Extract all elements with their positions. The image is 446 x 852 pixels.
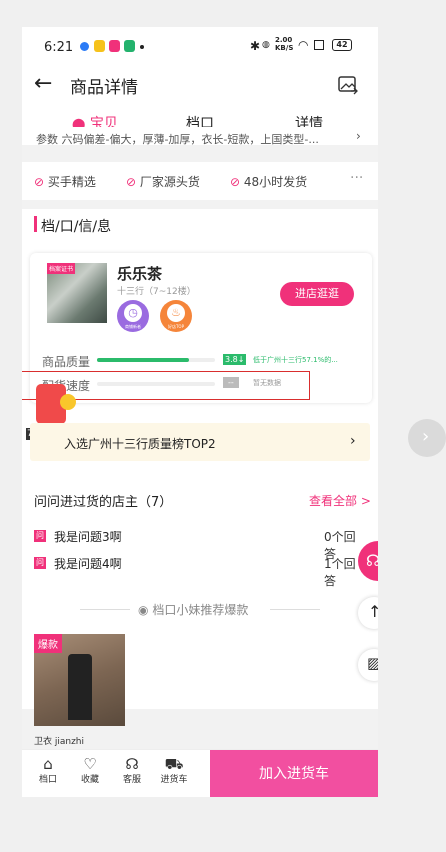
section-accent-bar — [34, 216, 37, 232]
recommend-title-text: 档口小妹推荐爆款 — [152, 603, 249, 617]
params-text: 参数 六码偏差-偏大，厚薄-加厚，衣长-短款，上国类型-... — [36, 133, 319, 145]
next-page-button[interactable]: › — [408, 419, 446, 457]
app-notification-icon — [80, 42, 89, 51]
thumbnail-tag: 档案证书 — [47, 263, 76, 274]
ranking-text: 入选广州十三行质量榜TOP2 — [64, 437, 216, 451]
quality-label: 商品质量 — [42, 355, 91, 369]
qa-row[interactable]: 问 我是问题4啊 1个回答 — [34, 554, 364, 588]
arrow-up-icon: ↑ — [368, 602, 378, 621]
heart-icon: ♡ — [83, 755, 97, 773]
hot-tag: 爆款 — [34, 634, 62, 653]
check-circle-icon: ⊘ — [34, 175, 45, 189]
bottom-nav-cart[interactable]: ⛟ 进货车 — [159, 756, 189, 785]
qa-row[interactable]: 问 我是问题3啊 0个回答 — [34, 527, 364, 561]
network-speed: 2.00 KB/S — [275, 36, 294, 52]
battery-icon: 42 — [332, 39, 352, 51]
chevron-right-icon: › — [350, 433, 356, 449]
more-notifications-icon — [140, 45, 144, 49]
badge-label: 商铺新者 — [125, 324, 141, 329]
badge-label: 好店TOP — [167, 324, 184, 329]
add-to-cart-button[interactable]: 加入进货车 — [210, 750, 378, 797]
section-title: 档/口/信/息 — [41, 219, 112, 235]
quality-bar-fill — [97, 358, 190, 362]
back-arrow-icon[interactable]: ← — [34, 71, 52, 96]
question-icon: 问 — [34, 557, 46, 569]
divider — [270, 609, 320, 610]
feature-item: ⊘ 厂家源头货 — [126, 173, 200, 190]
gold-coin-icon — [60, 394, 76, 410]
question-text: 我是问题3啊 — [54, 530, 122, 544]
product-caption: 卫衣 jianzhi — [34, 737, 85, 747]
headset-icon: ☊ — [125, 755, 139, 773]
bottom-nav-favorite[interactable]: ♡ 收藏 — [75, 756, 105, 785]
quality-bar — [97, 358, 215, 362]
clock-icon: ◷ — [124, 304, 142, 322]
feature-label: 买手精选 — [47, 175, 96, 189]
shop-name: 乐乐茶 — [117, 265, 163, 283]
ranking-banner[interactable]: 入选广州十三行质量榜TOP2 › — [30, 423, 370, 461]
top-shop-badge: ♨ 好店TOP — [160, 300, 192, 332]
red-packet-widget[interactable] — [34, 380, 76, 426]
quality-note: 低于广州十三行57.1%的... — [253, 356, 338, 364]
share-image-icon[interactable] — [337, 75, 359, 95]
bluetooth-icon: ✱ — [250, 39, 261, 53]
qa-title: 问问进过货的店主（7） — [34, 495, 173, 510]
recommend-title: ◉ 档口小妹推荐爆款 — [138, 601, 248, 618]
sim-icon — [314, 40, 324, 50]
shop-floor: 十三行（7~12楼） — [117, 287, 196, 297]
heart-eye-icon: ◉ — [138, 603, 149, 617]
divider — [80, 609, 130, 610]
quality-score: 3.8↓ — [223, 354, 247, 365]
more-icon[interactable]: ··· — [350, 170, 363, 186]
status-bar: 6:21 ✱ ◍ 2.00 KB/S ◠ 42 — [22, 27, 378, 67]
bottom-nav-dangkou[interactable]: ⌂ 档口 — [33, 756, 63, 785]
check-circle-icon: ⊘ — [230, 175, 241, 189]
chevron-right-icon: › — [422, 426, 430, 447]
feature-item: ⊘ 买手精选 — [34, 173, 96, 190]
page-title: 商品详情 — [70, 78, 138, 98]
feature-item: ⊘ 48小时发货 — [230, 173, 307, 190]
bottom-bar: ⌂ 档口 ♡ 收藏 ☊ 客服 ⛟ 进货车 加入进货车 — [22, 749, 378, 797]
bottom-nav-label: 客服 — [122, 775, 141, 785]
feature-label: 厂家源头货 — [139, 175, 200, 189]
shop-icon: ⌂ — [43, 755, 53, 773]
model-figure — [68, 654, 92, 720]
wifi-icon: ◠ — [298, 38, 309, 52]
question-icon: 问 — [34, 530, 46, 542]
headset-icon: ☊ — [366, 551, 378, 570]
newcomer-badge: ◷ 商铺新者 — [117, 300, 149, 332]
phone-screen: 6:21 ✱ ◍ 2.00 KB/S ◠ 42 ← 商品详情 ⬤ 宝贝 档口 详… — [22, 27, 378, 797]
vibrate-icon: ◍ — [262, 40, 270, 50]
bottom-nav-label: 档口 — [38, 775, 57, 785]
qa-view-all-link[interactable]: 查看全部 > — [309, 492, 371, 509]
fire-icon: ♨ — [167, 304, 185, 322]
check-circle-icon: ⊘ — [126, 175, 137, 189]
title-bar: ← 商品详情 — [22, 67, 378, 107]
chevron-right-icon: › — [356, 129, 361, 143]
image-icon: ▨ — [367, 654, 378, 672]
question-text: 我是问题4啊 — [54, 557, 122, 571]
cart-icon: ⛟ — [164, 755, 184, 773]
app-notification-icon — [124, 40, 135, 52]
feature-strip: ⊘ 买手精选 ⊘ 厂家源头货 ⊘ 48小时发货 ··· — [22, 162, 378, 200]
app-notification-icon — [94, 40, 105, 52]
enter-shop-button[interactable]: 进店逛逛 — [280, 282, 354, 306]
product-params-line[interactable]: 参数 六码偏差-偏大，厚薄-加厚，衣长-短款，上国类型-... › — [22, 127, 378, 145]
product-image[interactable]: 爆款 — [34, 634, 125, 726]
app-notification-icon — [109, 40, 120, 52]
status-time: 6:21 — [44, 40, 74, 55]
bottom-nav-service[interactable]: ☊ 客服 — [117, 756, 147, 785]
feature-label: 48小时发货 — [243, 175, 308, 189]
shop-thumbnail[interactable]: 档案证书 — [47, 263, 107, 323]
bottom-nav-label: 收藏 — [80, 775, 99, 785]
bottom-nav-label: 进货车 — [160, 775, 188, 785]
